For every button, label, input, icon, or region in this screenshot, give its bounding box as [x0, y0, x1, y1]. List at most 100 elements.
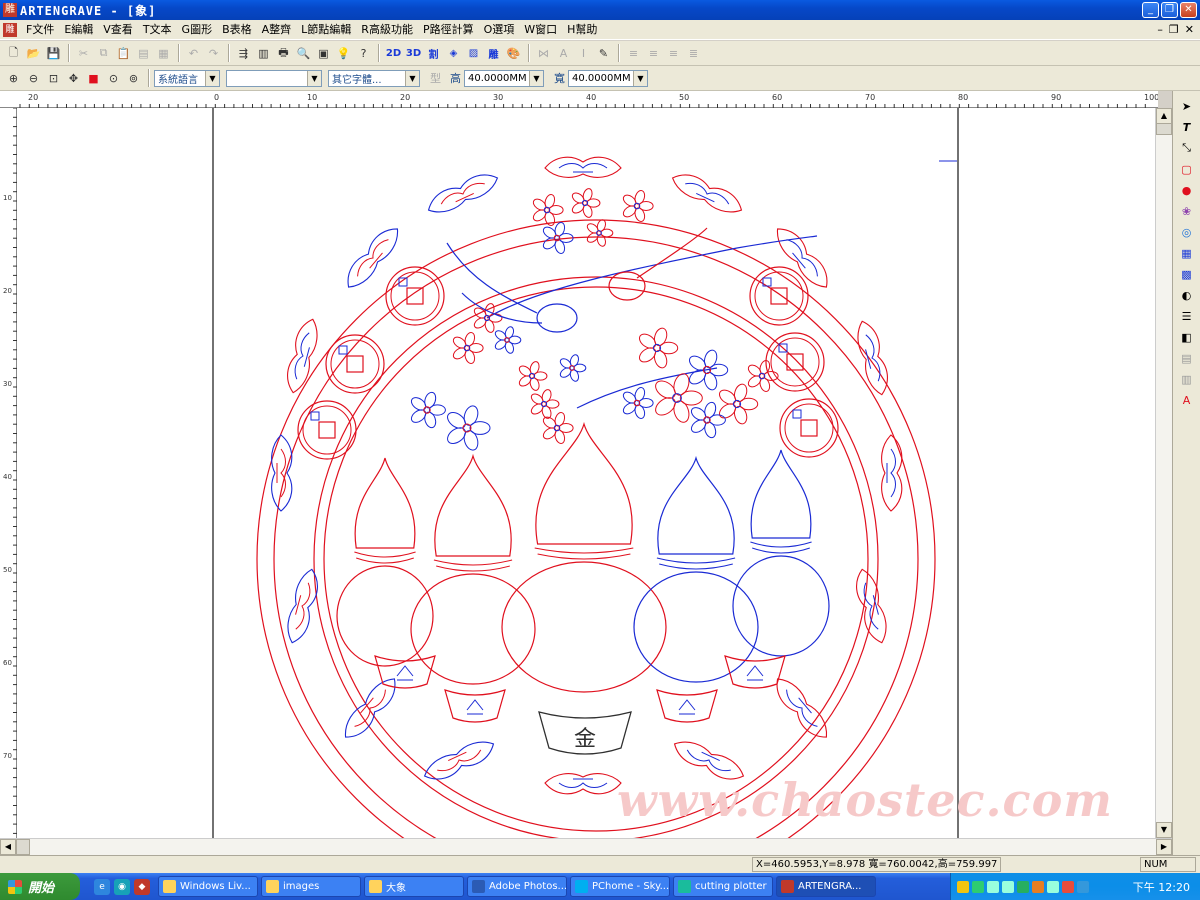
engraving-design[interactable]: 金 [17, 108, 1155, 838]
align-right-icon[interactable]: ≡ [664, 44, 683, 63]
redo-icon[interactable]: ↷ [204, 44, 223, 63]
text-a-icon[interactable]: A [554, 44, 573, 63]
volume-icon[interactable] [1002, 880, 1014, 893]
select-arrow-icon[interactable]: ➤ [1178, 97, 1196, 115]
rectangle-tool-icon[interactable]: ▢ [1178, 160, 1196, 178]
lightbulb-icon[interactable]: 💡 [334, 44, 353, 63]
scroll-up-icon[interactable]: ▲ [1156, 108, 1172, 124]
messenger-icon[interactable] [1017, 880, 1029, 893]
minimize-button[interactable]: _ [1142, 2, 1159, 18]
edit-icon[interactable]: ✎ [594, 44, 613, 63]
menu-advanced[interactable]: R高級功能 [356, 21, 418, 39]
menu-table[interactable]: B表格 [217, 21, 257, 39]
mirror-tool-icon[interactable]: ◧ [1178, 328, 1196, 346]
layer-tool-icon[interactable]: ▤ [1178, 349, 1196, 367]
branch-line-lower[interactable] [576, 367, 718, 409]
menu-file[interactable]: F文件 [21, 21, 59, 39]
zoom-in-icon[interactable]: ⊕ [4, 69, 23, 88]
language-select[interactable]: 系統語言 ▼ [154, 69, 220, 87]
align-left-icon[interactable]: ≡ [624, 44, 643, 63]
grape-tool-icon[interactable]: ❀ [1178, 202, 1196, 220]
undo-icon[interactable]: ↶ [184, 44, 203, 63]
import-icon[interactable]: ⇶ [234, 44, 253, 63]
mdi-restore-button[interactable]: ❐ [1169, 23, 1179, 36]
new-file-icon[interactable]: 🗋 [4, 44, 23, 63]
menu-graphics[interactable]: G圖形 [177, 21, 218, 39]
mdi-close-button[interactable]: ✕ [1185, 23, 1194, 36]
menu-align[interactable]: A整齊 [257, 21, 297, 39]
chevron-down-icon[interactable]: ▼ [405, 70, 419, 86]
menu-help[interactable]: H幫助 [562, 21, 602, 39]
task-cutting-plotter[interactable]: cutting plotter [673, 876, 773, 897]
drawing-canvas[interactable]: 金 www.chaostec.com [17, 108, 1155, 838]
clone-icon[interactable]: ▤ [134, 44, 153, 63]
language-icon[interactable] [1077, 880, 1089, 893]
document-icon[interactable]: ▥ [254, 44, 273, 63]
media-icon[interactable]: ◆ [134, 878, 150, 895]
document-menu-icon[interactable]: 雕 [3, 22, 17, 37]
start-button[interactable]: 開始 [0, 873, 80, 900]
width-input[interactable]: 40.0000MM ▼ [568, 69, 648, 87]
open-folder-icon[interactable]: 📂 [24, 44, 43, 63]
font-select[interactable]: ▼ [226, 69, 322, 87]
scroll-down-icon[interactable]: ▼ [1156, 822, 1172, 838]
type-button[interactable]: 型 [426, 69, 445, 88]
table-tool-icon[interactable]: ▦ [1178, 244, 1196, 262]
shape-tool-icon[interactable]: ◎ [1178, 223, 1196, 241]
hatch-icon[interactable]: ▨ [464, 44, 483, 63]
view-3d-button[interactable]: 3D [404, 44, 423, 63]
view-2d-button[interactable]: 2D [384, 44, 403, 63]
task-photoshop[interactable]: Adobe Photos... [467, 876, 567, 897]
save-icon[interactable]: 💾 [44, 44, 63, 63]
delete-icon[interactable]: ▦ [154, 44, 173, 63]
zoom-fit-icon[interactable]: ⊡ [44, 69, 63, 88]
mdi-minimize-button[interactable]: – [1157, 23, 1163, 36]
pan-icon[interactable]: ✥ [64, 69, 83, 88]
ie-icon[interactable]: e [94, 878, 110, 895]
align-center-icon[interactable]: ≡ [644, 44, 663, 63]
zoom-selection-icon[interactable]: ⊙ [104, 69, 123, 88]
scroll-thumb-h[interactable] [16, 839, 30, 855]
justify-icon[interactable]: ≣ [684, 44, 703, 63]
bird-body[interactable] [536, 303, 578, 333]
carve-mode-button[interactable]: 雕 [484, 44, 503, 63]
update-icon[interactable] [1032, 880, 1044, 893]
print-preview-icon[interactable]: 🔍 [294, 44, 313, 63]
menu-window[interactable]: W窗口 [519, 21, 562, 39]
check-icon[interactable] [972, 880, 984, 893]
zoom-all-icon[interactable]: ⊚ [124, 69, 143, 88]
center-ingot[interactable]: 金 [538, 711, 632, 755]
menu-edit[interactable]: E編輯 [59, 21, 98, 39]
chevron-down-icon[interactable]: ▼ [633, 70, 647, 86]
help-icon[interactable]: ? [354, 44, 373, 63]
menu-node-edit[interactable]: L節點編輯 [296, 21, 356, 39]
fruit-tool-icon[interactable]: ● [1178, 181, 1196, 199]
layer2-tool-icon[interactable]: ▥ [1178, 370, 1196, 388]
copy-icon[interactable]: ⧉ [94, 44, 113, 63]
fill-red-icon[interactable]: ■ [84, 69, 103, 88]
mirror-icon[interactable]: ⋈ [534, 44, 553, 63]
node-tool-icon[interactable]: ⤡ [1178, 139, 1196, 157]
color-fill-icon[interactable]: 🎨 [504, 44, 523, 63]
chevron-down-icon[interactable]: ▼ [307, 70, 321, 86]
menu-text[interactable]: T文本 [138, 21, 177, 39]
task-windows-live[interactable]: Windows Liv... [158, 876, 258, 897]
browser-icon[interactable]: ◉ [114, 878, 130, 895]
horizontal-scrollbar[interactable]: ◀ ▶ [0, 838, 1172, 855]
task-pchome-skype[interactable]: PChome - Sky... [570, 876, 670, 897]
height-input[interactable]: 40.0000MM ▼ [464, 69, 544, 87]
menu-view[interactable]: V查看 [98, 21, 138, 39]
branch-line[interactable] [486, 235, 818, 319]
chevron-down-icon[interactable]: ▼ [205, 70, 219, 86]
list-tool-icon[interactable]: ☰ [1178, 307, 1196, 325]
chevron-down-icon[interactable]: ▼ [529, 70, 543, 86]
engrave-path-icon[interactable]: ◈ [444, 44, 463, 63]
menu-options[interactable]: O選項 [479, 21, 520, 39]
other-font-select[interactable]: 其它字體... ▼ [328, 69, 420, 87]
menu-path-calc[interactable]: P路徑計算 [418, 21, 479, 39]
scroll-left-icon[interactable]: ◀ [0, 839, 16, 855]
task-elephant[interactable]: 大象 [364, 876, 464, 897]
fill-tool-icon[interactable]: ◐ [1178, 286, 1196, 304]
restore-button[interactable]: ❐ [1161, 2, 1178, 18]
signal-icon[interactable] [1047, 880, 1059, 893]
